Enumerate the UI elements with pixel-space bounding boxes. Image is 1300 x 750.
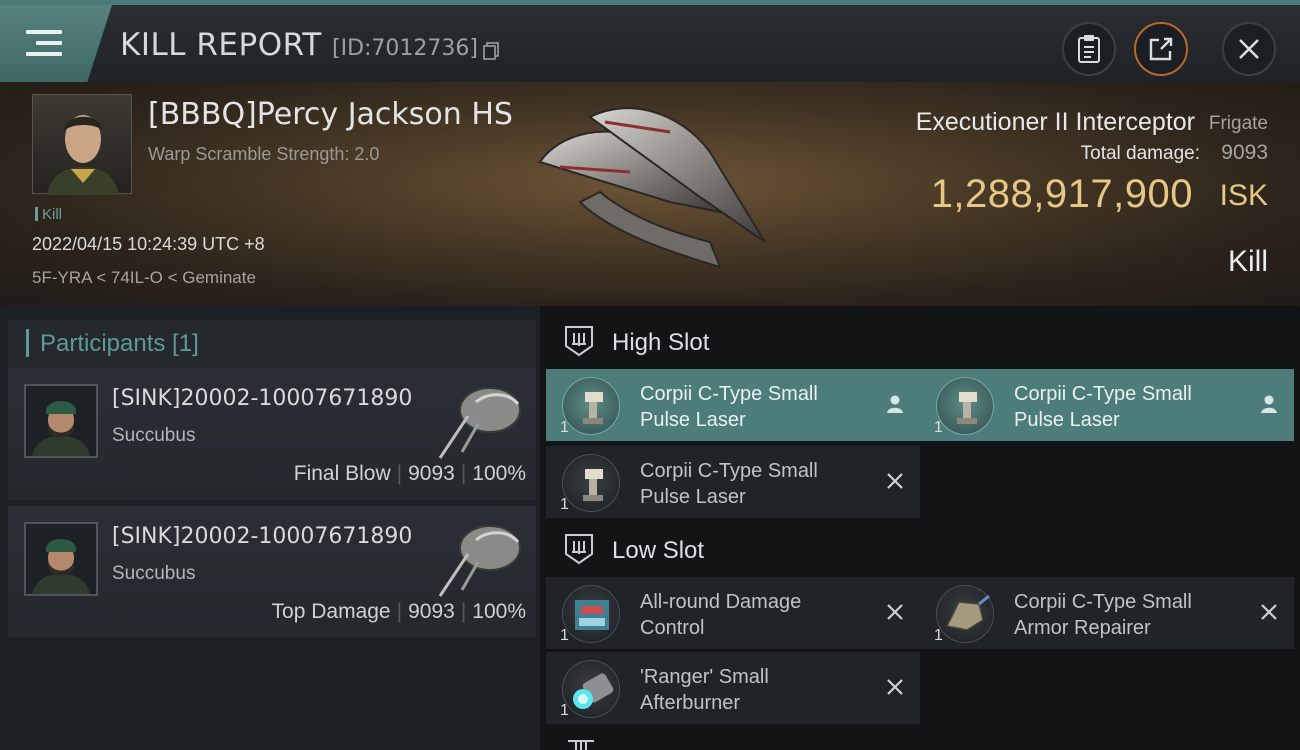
clipboard-button[interactable]: [1062, 22, 1116, 76]
module-quantity: 1: [560, 419, 569, 436]
page-title: KILL REPORT: [120, 27, 322, 63]
pilot-portrait-icon: [47, 115, 119, 195]
destroyed-x-icon: [887, 679, 903, 695]
damage-control-icon: [562, 585, 620, 643]
menu-icon: [26, 30, 62, 63]
participant-role: Top Damage: [271, 600, 391, 623]
copy-icon[interactable]: [483, 42, 499, 60]
isk-unit: ISK: [1219, 179, 1268, 212]
module-name: Corpii C-Type Small Armor Repairer: [1014, 591, 1192, 639]
avatar[interactable]: [24, 522, 98, 596]
avatar[interactable]: [24, 384, 98, 458]
module-quantity: 1: [560, 702, 569, 719]
destroyed-x-icon: [887, 604, 903, 620]
victim-portrait[interactable]: [32, 94, 132, 195]
module-item[interactable]: 1 Corpii C-Type Small Armor Repairer: [920, 577, 1294, 649]
low-slot-title: Low Slot: [612, 537, 705, 564]
module-item[interactable]: 1 Corpii C-Type Small Pulse Laser: [920, 369, 1294, 441]
pulse-laser-icon: [562, 377, 620, 435]
module-quantity: 1: [560, 627, 569, 644]
victim-ship-icon[interactable]: [520, 92, 780, 277]
module-item[interactable]: 1 Corpii C-Type Small Pulse Laser: [546, 446, 920, 518]
kill-tag: Kill: [35, 206, 62, 223]
participants-panel: Participants [1] [SINK]20002-10007671890…: [0, 306, 540, 750]
mid-slot-icon: [568, 740, 594, 750]
participant-name[interactable]: [SINK]20002-10007671890: [112, 524, 412, 549]
module-name: Corpii C-Type Small Pulse Laser: [640, 383, 818, 431]
victim-banner: [BBBQ]Percy Jackson HS Warp Scramble Str…: [0, 82, 1300, 306]
participant-name[interactable]: [SINK]20002-10007671890: [112, 386, 412, 411]
participant-card[interactable]: [SINK]20002-10007671890 Succubus Final B…: [8, 368, 536, 500]
destroyed-x-icon: [1261, 604, 1277, 620]
high-slot-title: High Slot: [612, 329, 710, 356]
participants-header: Participants [1]: [8, 320, 536, 368]
participant-ship: Succubus: [112, 563, 196, 584]
person-icon: [887, 395, 903, 413]
participant-role: Final Blow: [293, 462, 391, 485]
report-id: [ID:7012736]: [332, 36, 478, 61]
module-quantity: 1: [934, 627, 943, 644]
module-item[interactable]: 1 Corpii C-Type Small Pulse Laser: [546, 369, 920, 441]
isk-value: 1,288,917,900: [930, 172, 1193, 216]
module-item[interactable]: 1 All-round Damage Control: [546, 577, 920, 649]
module-quantity: 1: [934, 419, 943, 436]
armor-repairer-icon: [936, 585, 994, 643]
high-slot-icon: [565, 326, 593, 357]
victim-ship-class: Frigate: [1208, 113, 1268, 134]
share-icon: [1149, 37, 1173, 61]
total-damage-label: Total damage:: [1080, 143, 1200, 164]
pilot-avatar-icon: [32, 539, 90, 594]
pulse-laser-icon: [562, 454, 620, 512]
participants-title: Participants [1]: [40, 330, 199, 357]
destroyed-x-icon: [887, 473, 903, 489]
module-name: All-round Damage Control: [640, 591, 802, 639]
victim-subtitle: Warp Scramble Strength: 2.0: [148, 144, 380, 164]
victim-name[interactable]: [BBBQ]Percy Jackson HS: [148, 97, 513, 132]
module-quantity: 1: [560, 496, 569, 513]
module-name: Corpii C-Type Small Pulse Laser: [1014, 383, 1192, 431]
share-button[interactable]: [1134, 22, 1188, 76]
participant-stats: Final Blow | 9093 | 100%: [293, 462, 526, 485]
menu-button[interactable]: [0, 5, 112, 82]
victim-ship-name[interactable]: Executioner II Interceptor: [916, 108, 1195, 137]
module-name: Corpii C-Type Small Pulse Laser: [640, 460, 818, 508]
fitting-panel: High Slot 1 Corpii C-Type Small Pulse La…: [540, 306, 1300, 750]
participant-stats: Top Damage | 9093 | 100%: [271, 600, 526, 623]
kill-location[interactable]: 5F-YRA < 74IL-O < Geminate: [32, 268, 256, 288]
participant-percent: 100%: [472, 462, 526, 485]
participant-card[interactable]: [SINK]20002-10007671890 Succubus Top Dam…: [8, 506, 536, 638]
total-damage-value: 9093: [1221, 141, 1268, 164]
pilot-avatar-icon: [32, 401, 90, 456]
low-slot-icon: [565, 534, 593, 565]
participant-damage: 9093: [408, 600, 455, 623]
kill-datetime: 2022/04/15 10:24:39 UTC +8: [32, 234, 265, 254]
module-name: 'Ranger' Small Afterburner: [640, 666, 769, 714]
close-button[interactable]: [1222, 22, 1276, 76]
person-icon: [1261, 395, 1277, 413]
participant-ship-icon[interactable]: [428, 372, 528, 462]
clipboard-icon: [1078, 35, 1100, 63]
pulse-laser-icon: [936, 377, 994, 435]
participant-ship-icon[interactable]: [428, 510, 528, 600]
participant-ship: Succubus: [112, 425, 196, 446]
participant-percent: 100%: [472, 600, 526, 623]
close-icon: [1239, 39, 1259, 59]
participant-damage: 9093: [408, 462, 455, 485]
kill-result: Kill: [1227, 245, 1268, 278]
module-item[interactable]: 1 'Ranger' Small Afterburner: [546, 652, 920, 724]
top-bar: KILL REPORT [ID:7012736]: [0, 0, 1300, 82]
afterburner-icon: [562, 660, 620, 718]
